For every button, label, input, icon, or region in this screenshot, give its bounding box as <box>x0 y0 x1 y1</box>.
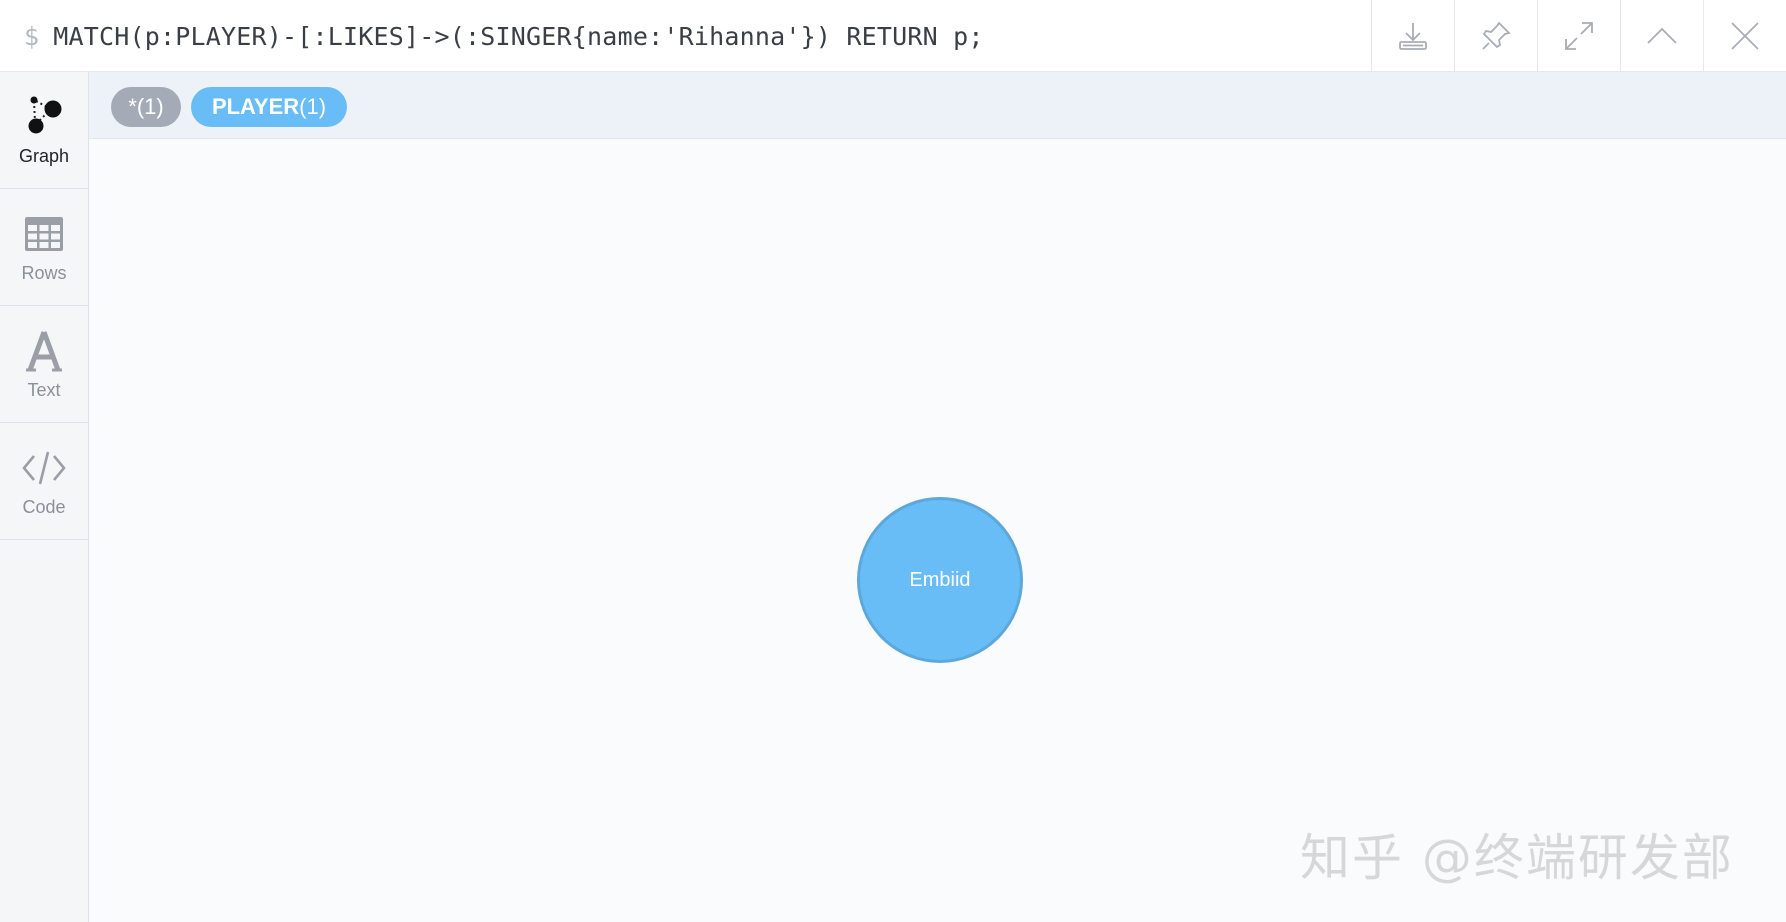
sidebar-item-label: Rows <box>21 262 67 283</box>
collapse-up-icon <box>1647 27 1677 44</box>
sidebar-item-text[interactable]: Text <box>0 306 88 423</box>
table-icon <box>25 216 63 251</box>
code-icon <box>22 451 66 484</box>
sidebar-item-graph[interactable]: Graph <box>0 72 88 189</box>
pin-icon <box>1482 21 1511 50</box>
pin-button[interactable] <box>1454 0 1537 72</box>
close-button[interactable] <box>1703 0 1786 72</box>
collapse-button[interactable] <box>1620 0 1703 72</box>
graph-node[interactable]: Embiid <box>857 497 1023 663</box>
player-label-pill[interactable]: PLAYER (1) <box>191 87 347 127</box>
query-bar: $ MATCH(p:PLAYER)-[:LIKES]->(:SINGER{nam… <box>0 0 1786 72</box>
sidebar-item-label: Code <box>22 496 66 517</box>
watermark: 知乎 @终端研发部 <box>1300 829 1734 887</box>
graph-canvas[interactable]: Embiid <box>89 139 1786 922</box>
query-prompt: $ <box>24 21 40 51</box>
pill-label: * <box>128 94 137 119</box>
close-icon <box>1731 22 1759 50</box>
download-icon <box>1399 23 1427 50</box>
query-text[interactable]: MATCH(p:PLAYER)-[:LIKES]->(:SINGER{name:… <box>53 22 983 51</box>
frame-actions <box>1371 0 1786 72</box>
sidebar-item-code[interactable]: Code <box>0 423 88 540</box>
graph-icon <box>28 96 62 133</box>
all-labels-pill[interactable]: * (1) <box>111 87 181 127</box>
expand-button[interactable] <box>1537 0 1620 72</box>
sidebar-item-label: Text <box>27 379 61 400</box>
sidebar-item-rows[interactable]: Rows <box>0 189 88 306</box>
pill-label: PLAYER <box>211 94 300 119</box>
node-label: Embiid <box>909 568 971 591</box>
expand-icon <box>1565 22 1593 50</box>
sidebar-item-label: Graph <box>18 145 70 166</box>
download-button[interactable] <box>1371 0 1454 72</box>
text-icon <box>26 330 62 371</box>
label-filter-bar: * (1) PLAYER (1) <box>89 72 1786 139</box>
query-editor[interactable]: $ MATCH(p:PLAYER)-[:LIKES]->(:SINGER{nam… <box>24 0 984 72</box>
pill-count: (1) <box>299 94 327 119</box>
pill-count: (1) <box>136 94 164 119</box>
view-switcher: Graph Rows Text Code <box>0 72 89 922</box>
